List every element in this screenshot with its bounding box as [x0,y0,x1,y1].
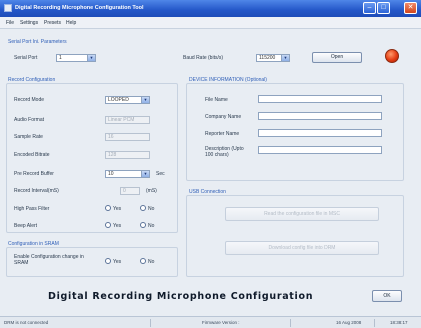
sram-yes-radio[interactable] [105,258,111,264]
beep-alert-label: Beep Alert [14,223,38,229]
window-title: Digital Recording Microphone Configurati… [15,5,144,11]
file-name-label: File Name [205,97,228,103]
menu-file[interactable]: File [6,20,14,26]
record-interval-field: 0 [120,187,140,195]
high-pass-no-radio[interactable] [140,205,146,211]
high-pass-filter-label: High Pass Filter [14,206,50,212]
menu-presets[interactable]: Presets [44,20,61,26]
title-bar[interactable]: Digital Recording Microphone Configurati… [0,0,421,17]
firmware-version-text: Firmware Version : [202,320,240,325]
company-name-label: Company Name [205,114,242,120]
high-pass-yes-radio[interactable] [105,205,111,211]
read-config-button[interactable]: Read the configuration file in MSC [225,207,379,221]
chevron-down-icon[interactable]: ▼ [141,171,149,177]
reporter-name-input[interactable] [258,129,382,137]
beep-yes-radio[interactable] [105,222,111,228]
pre-record-buffer-value: 10 [108,171,114,177]
chevron-down-icon[interactable]: ▼ [87,55,95,61]
menu-bar: File Settings Presets Help [0,17,421,29]
sample-rate-label: Sample Rate [14,134,43,140]
baud-rate-label: Baud Rate (bits/s) [183,55,224,61]
app-footer-title: Digital Recording Microphone Configurati… [48,291,314,302]
status-time: 18:38:17 [390,320,408,325]
enable-config-label: Enable Configuration change in SRAM [14,254,84,266]
menu-help[interactable]: Help [66,20,76,26]
status-divider [374,319,375,327]
beep-no-label: No [148,223,155,229]
serial-port-select[interactable]: 1 ▼ [56,54,96,62]
connection-status-text: DRM is not connected [4,320,49,325]
record-mode-label: Record Mode [14,97,45,103]
sample-rate-field: 16 [105,133,150,141]
app-icon [4,4,12,12]
record-interval-label: Record Interval(mS) [14,188,59,194]
record-mode-select[interactable]: LOOPED ▼ [105,96,150,104]
sram-yes-label: Yes [113,259,122,265]
beep-no-radio[interactable] [140,222,146,228]
high-pass-yes-label: Yes [113,206,122,212]
pre-record-buffer-label: Pre Record Buffer [14,171,54,177]
status-bar: DRM is not connected Firmware Version : … [0,316,421,328]
close-button[interactable]: ✕ [404,2,417,14]
record-mode-value: LOOPED [108,97,129,103]
maximize-button[interactable]: □ [377,2,390,14]
baud-rate-value: 115200 [259,55,276,61]
description-input[interactable] [258,146,382,154]
serial-port-value: 1 [59,55,62,61]
audio-format-label: Audio Format [14,117,45,123]
encoded-bitrate-field: 128 [105,151,150,159]
serial-group-title: Serial Port Ini. Parameters [8,39,67,45]
encoded-bitrate-label: Encoded Bitrate [14,152,50,158]
baud-rate-select[interactable]: 115200 ▼ [256,54,290,62]
ok-button[interactable]: OK [372,290,402,302]
high-pass-no-label: No [148,206,155,212]
minimize-button[interactable]: – [363,2,376,14]
connection-status-led [385,49,399,63]
audio-format-field: Linear PCM [105,116,150,124]
beep-yes-label: Yes [113,223,122,229]
description-label: Description (Upto 100 chars) [205,146,244,158]
open-port-button[interactable]: Open [312,52,362,63]
file-name-input[interactable] [258,95,382,103]
app-window: Digital Recording Microphone Configurati… [0,0,421,328]
status-date: 16 Aug 2008 [336,320,362,325]
sram-no-radio[interactable] [140,258,146,264]
pre-record-unit: Sec [156,171,165,177]
download-config-button[interactable]: Download config file into DRM [225,241,379,255]
pre-record-buffer-select[interactable]: 10 ▼ [105,170,150,178]
chevron-down-icon[interactable]: ▼ [141,97,149,103]
reporter-name-label: Reporter Name [205,131,240,137]
record-interval-unit: (mS) [146,188,157,194]
serial-port-label: Serial Port [14,55,38,61]
sram-no-label: No [148,259,155,265]
status-divider [150,319,151,327]
company-name-input[interactable] [258,112,382,120]
chevron-down-icon[interactable]: ▼ [281,55,289,61]
status-divider [290,319,291,327]
menu-settings[interactable]: Settings [20,20,38,26]
